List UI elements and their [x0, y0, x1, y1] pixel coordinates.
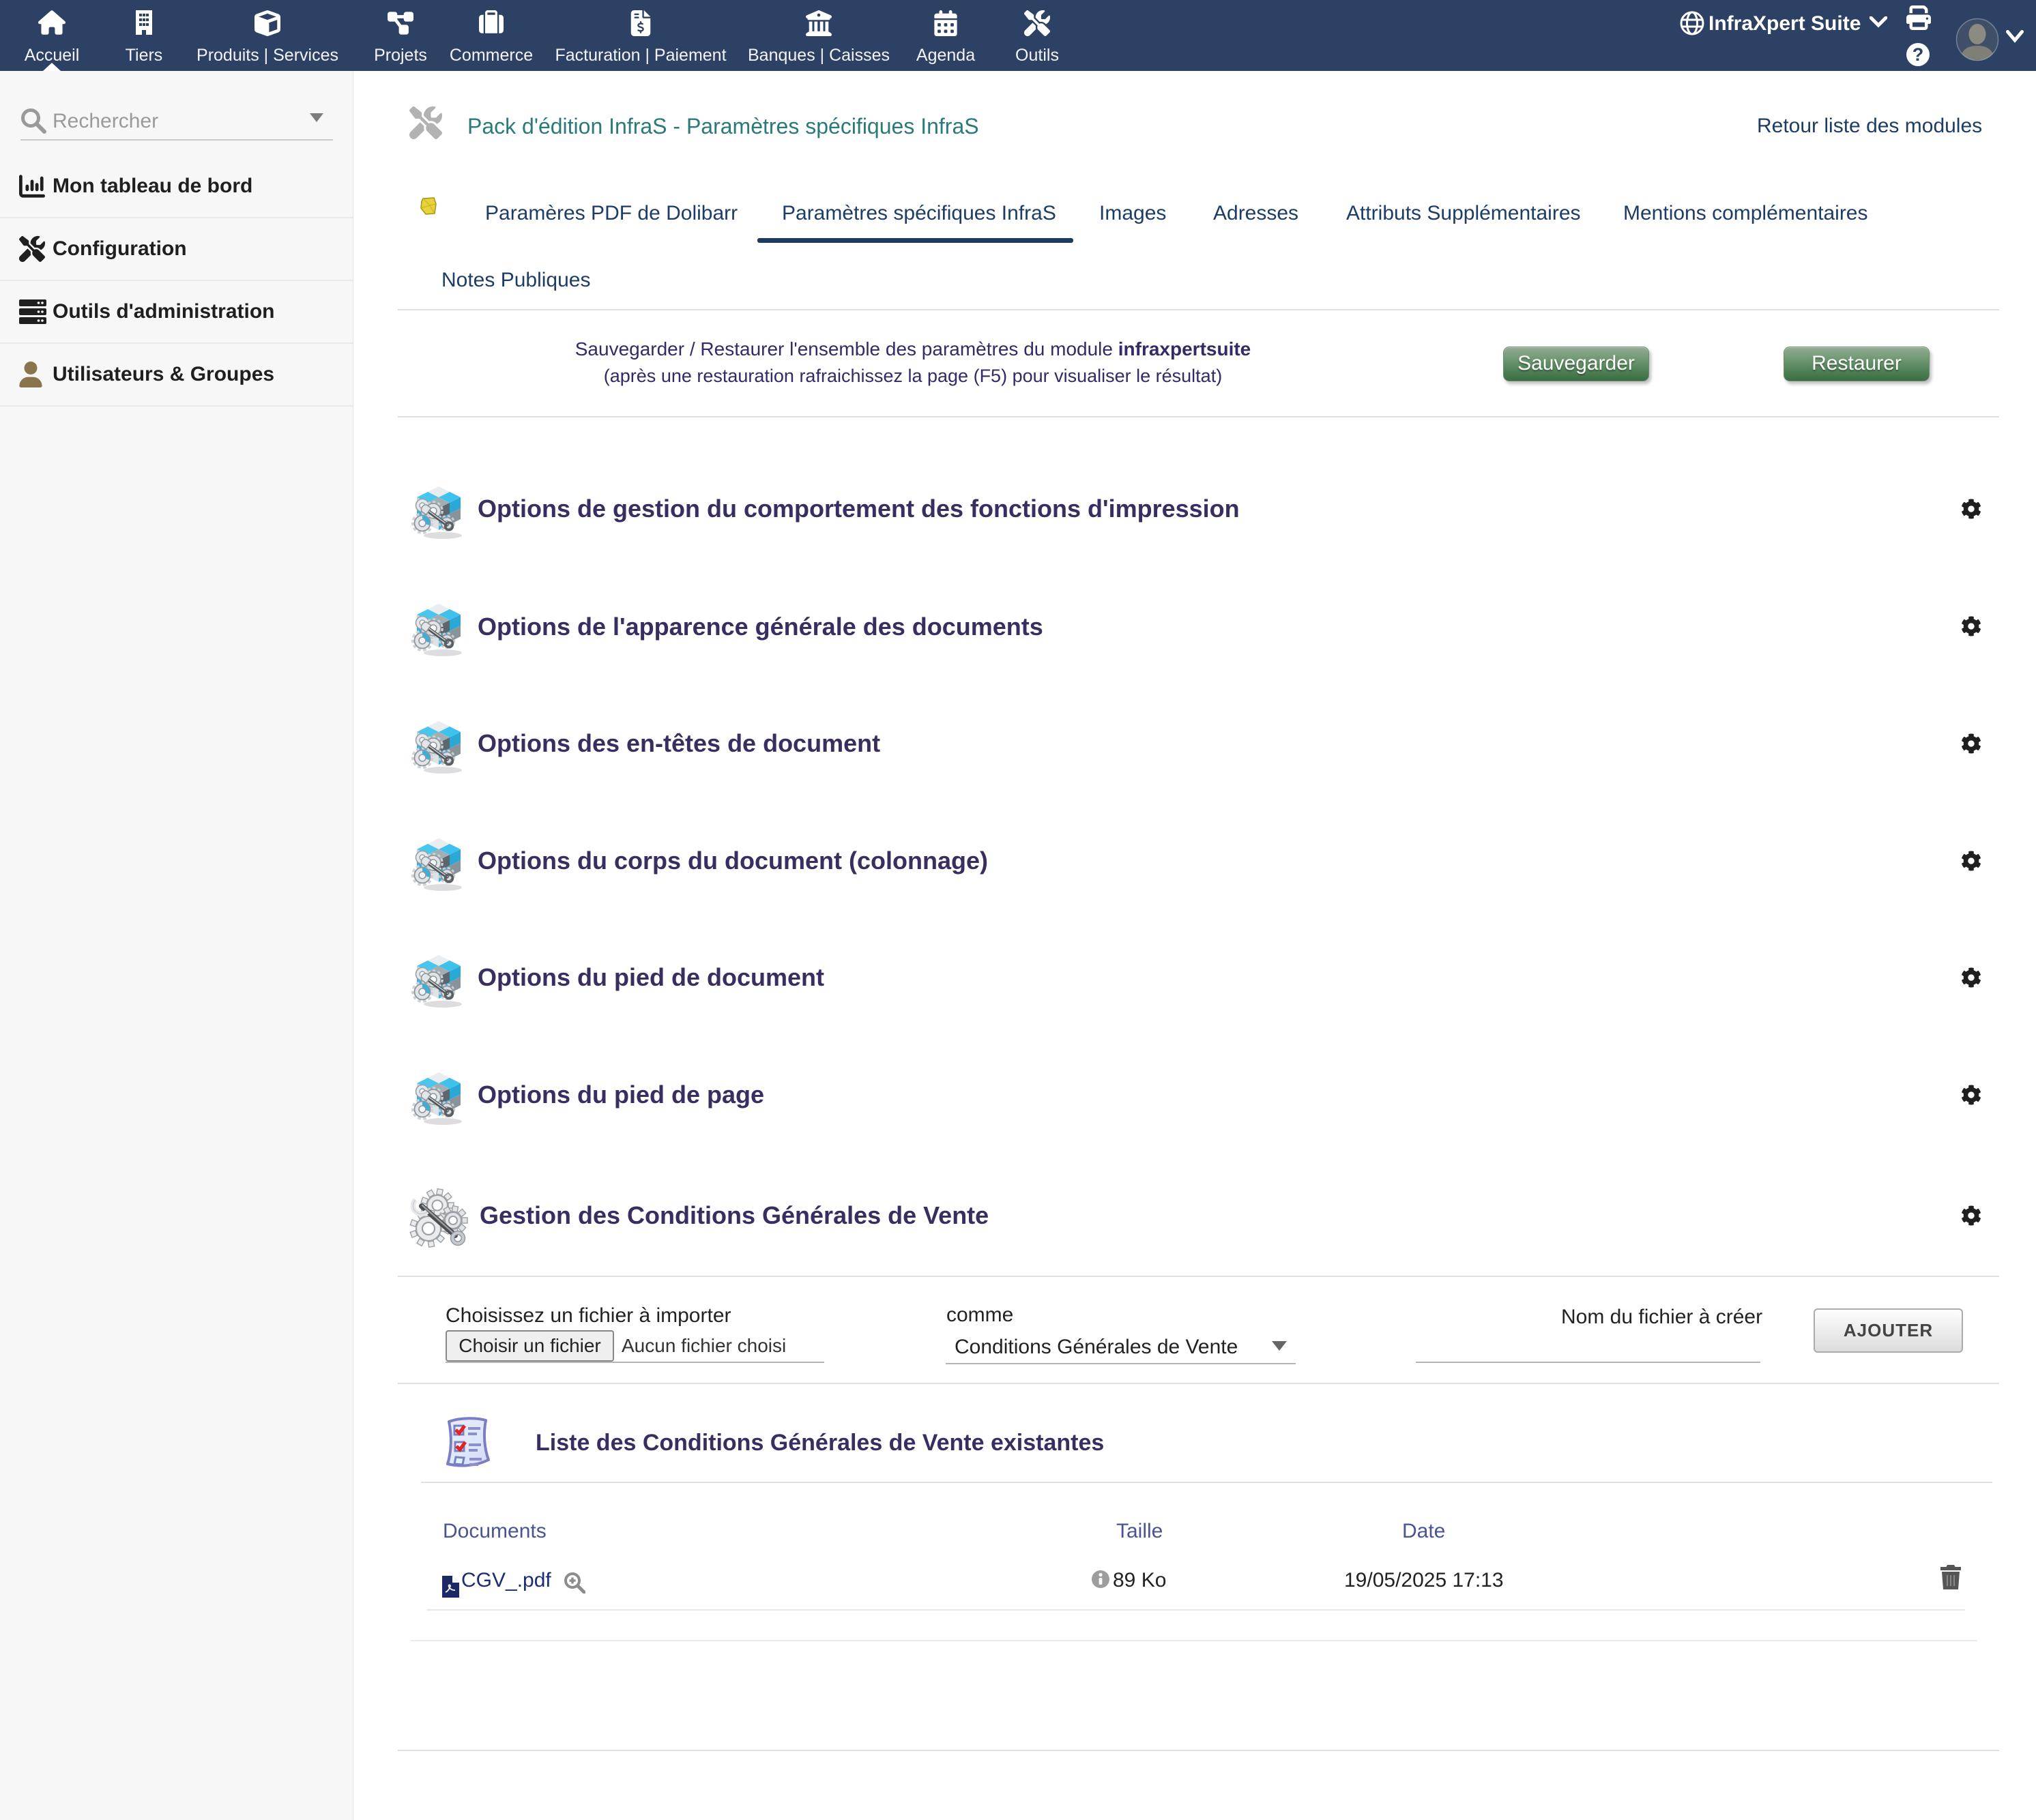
svg-text:?: ?	[1913, 44, 1924, 65]
